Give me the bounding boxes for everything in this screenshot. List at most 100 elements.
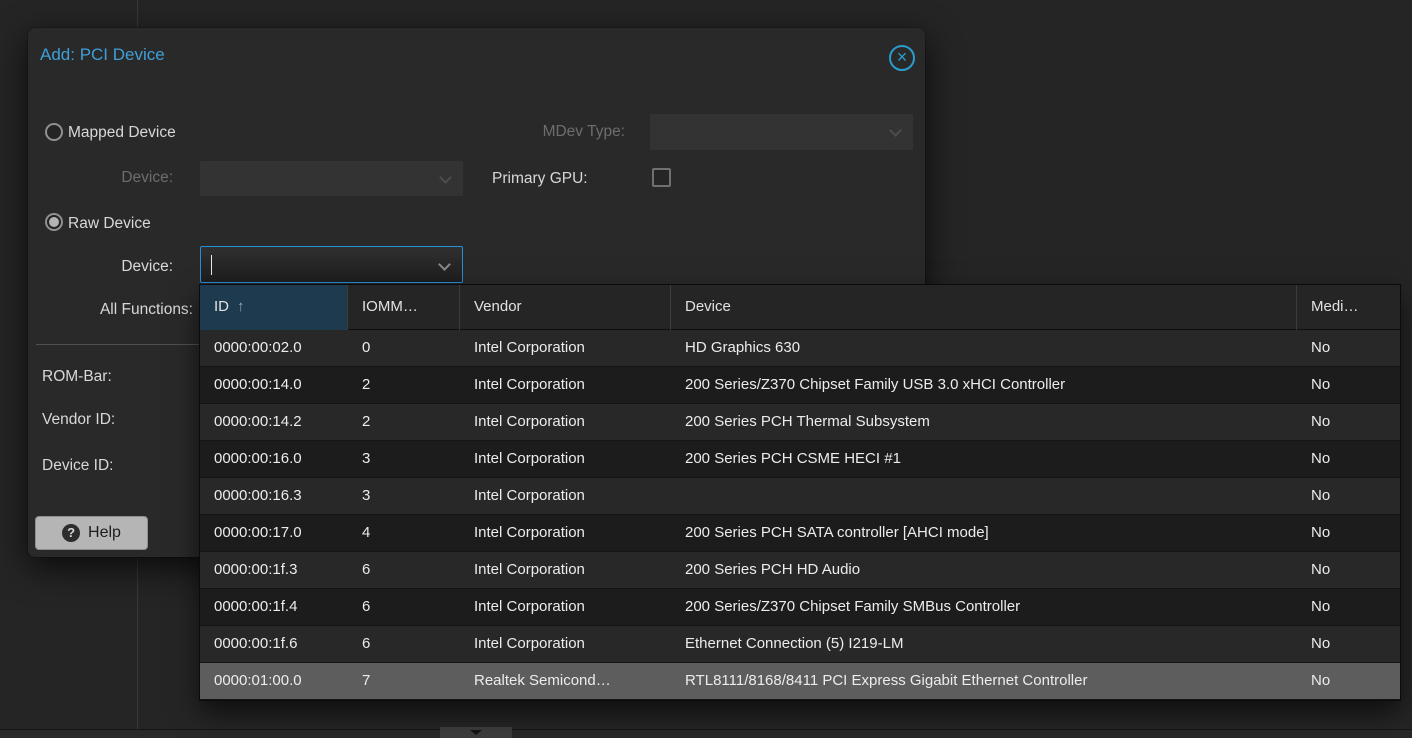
cell-id: 0000:00:16.0 bbox=[200, 441, 348, 478]
cell-vendor: Intel Corporation bbox=[460, 441, 671, 478]
primary-gpu-checkbox[interactable] bbox=[652, 168, 671, 187]
raw-device-select-label: Device: bbox=[40, 257, 173, 277]
cell-mediated: No bbox=[1297, 589, 1400, 626]
cell-vendor: Intel Corporation bbox=[460, 552, 671, 589]
chevron-down-icon bbox=[889, 124, 902, 137]
cell-id: 0000:00:14.0 bbox=[200, 367, 348, 404]
mapped-device-select bbox=[200, 161, 463, 196]
mapped-device-radio-label: Mapped Device bbox=[68, 123, 176, 143]
close-icon[interactable]: × bbox=[889, 45, 915, 71]
help-button[interactable]: ? Help bbox=[35, 516, 148, 550]
help-icon: ? bbox=[62, 524, 80, 542]
help-button-label: Help bbox=[88, 524, 121, 542]
cell-vendor: Realtek Semicond… bbox=[460, 663, 671, 700]
cell-mediated: No bbox=[1297, 441, 1400, 478]
cell-id: 0000:00:14.2 bbox=[200, 404, 348, 441]
mdev-type-label: MDev Type: bbox=[460, 122, 625, 142]
table-row[interactable]: 0000:00:16.33Intel Corporation No bbox=[200, 478, 1400, 515]
raw-device-radio-label: Raw Device bbox=[68, 214, 151, 234]
cell-mediated: No bbox=[1297, 478, 1400, 515]
cell-device: 200 Series/Z370 Chipset Family SMBus Con… bbox=[671, 589, 1297, 626]
scroll-down-icon bbox=[470, 730, 482, 735]
device-id-label: Device ID: bbox=[42, 456, 114, 476]
cell-device: Ethernet Connection (5) I219-LM bbox=[671, 626, 1297, 663]
mapped-device-radio[interactable] bbox=[45, 123, 63, 141]
cell-iommu: 2 bbox=[348, 367, 460, 404]
cell-device: HD Graphics 630 bbox=[671, 330, 1297, 367]
cell-device: RTL8111/8168/8411 PCI Express Gigabit Et… bbox=[671, 663, 1297, 700]
column-header-vendor[interactable]: Vendor bbox=[460, 285, 671, 330]
table-row[interactable]: 0000:00:02.00Intel CorporationHD Graphic… bbox=[200, 330, 1400, 367]
column-header-label: Vendor bbox=[474, 298, 522, 315]
text-cursor bbox=[211, 255, 212, 275]
pci-device-dropdown: ID↑IOMM…VendorDeviceMedi… 0000:00:02.00I… bbox=[200, 285, 1400, 700]
cell-id: 0000:01:00.0 bbox=[200, 663, 348, 700]
column-header-label: IOMM… bbox=[362, 298, 418, 315]
cell-mediated: No bbox=[1297, 404, 1400, 441]
table-row[interactable]: 0000:01:00.07Realtek Semicond…RTL8111/81… bbox=[200, 663, 1400, 700]
scroll-down-button[interactable] bbox=[440, 727, 512, 738]
table-row[interactable]: 0000:00:1f.36Intel Corporation200 Series… bbox=[200, 552, 1400, 589]
section-divider bbox=[36, 344, 200, 345]
mdev-type-select bbox=[650, 114, 913, 150]
column-header-id[interactable]: ID ↑ bbox=[200, 285, 348, 330]
column-header-iommu[interactable]: IOMM… bbox=[348, 285, 460, 330]
all-functions-label: All Functions: bbox=[40, 300, 193, 320]
raw-device-combobox[interactable] bbox=[200, 246, 463, 283]
cell-device: 200 Series PCH Thermal Subsystem bbox=[671, 404, 1297, 441]
cell-iommu: 6 bbox=[348, 626, 460, 663]
cell-vendor: Intel Corporation bbox=[460, 626, 671, 663]
background-bottom-panel-edge bbox=[0, 729, 1412, 738]
cell-mediated: No bbox=[1297, 515, 1400, 552]
cell-iommu: 3 bbox=[348, 478, 460, 515]
background-panel-divider-top bbox=[137, 0, 138, 28]
sort-asc-icon: ↑ bbox=[237, 298, 245, 315]
table-row[interactable]: 0000:00:14.02Intel Corporation200 Series… bbox=[200, 367, 1400, 404]
cell-iommu: 7 bbox=[348, 663, 460, 700]
cell-mediated: No bbox=[1297, 663, 1400, 700]
cell-device: 200 Series/Z370 Chipset Family USB 3.0 x… bbox=[671, 367, 1297, 404]
cell-iommu: 6 bbox=[348, 552, 460, 589]
table-row[interactable]: 0000:00:16.03Intel Corporation200 Series… bbox=[200, 441, 1400, 478]
column-header-label: Medi… bbox=[1311, 298, 1359, 315]
cell-vendor: Intel Corporation bbox=[460, 515, 671, 552]
primary-gpu-label: Primary GPU: bbox=[492, 169, 588, 189]
cell-id: 0000:00:1f.3 bbox=[200, 552, 348, 589]
cell-mediated: No bbox=[1297, 367, 1400, 404]
dialog-title: Add: PCI Device bbox=[40, 45, 165, 65]
column-header-mediated[interactable]: Medi… bbox=[1297, 285, 1400, 330]
table-row[interactable]: 0000:00:1f.46Intel Corporation200 Series… bbox=[200, 589, 1400, 626]
table-row[interactable]: 0000:00:17.04Intel Corporation200 Series… bbox=[200, 515, 1400, 552]
table-row[interactable]: 0000:00:14.22Intel Corporation200 Series… bbox=[200, 404, 1400, 441]
background-panel-divider-bottom bbox=[137, 557, 138, 730]
cell-device: 200 Series PCH HD Audio bbox=[671, 552, 1297, 589]
dropdown-header: ID ↑ IOMM… Vendor Device Medi… bbox=[200, 285, 1400, 330]
chevron-down-icon bbox=[439, 171, 452, 184]
cell-vendor: Intel Corporation bbox=[460, 404, 671, 441]
vendor-id-label: Vendor ID: bbox=[42, 410, 115, 430]
cell-vendor: Intel Corporation bbox=[460, 589, 671, 626]
cell-vendor: Intel Corporation bbox=[460, 367, 671, 404]
cell-id: 0000:00:16.3 bbox=[200, 478, 348, 515]
cell-device bbox=[671, 478, 1297, 515]
column-header-label: ID bbox=[214, 298, 229, 315]
cell-id: 0000:00:1f.6 bbox=[200, 626, 348, 663]
chevron-down-icon[interactable] bbox=[438, 258, 451, 271]
column-header-device[interactable]: Device bbox=[671, 285, 1297, 330]
cell-iommu: 3 bbox=[348, 441, 460, 478]
cell-device: 200 Series PCH SATA controller [AHCI mod… bbox=[671, 515, 1297, 552]
column-header-label: Device bbox=[685, 298, 731, 315]
cell-id: 0000:00:17.0 bbox=[200, 515, 348, 552]
table-row[interactable]: 0000:00:1f.66Intel CorporationEthernet C… bbox=[200, 626, 1400, 663]
mapped-device-select-label: Device: bbox=[40, 168, 173, 188]
cell-vendor: Intel Corporation bbox=[460, 478, 671, 515]
rom-bar-label: ROM-Bar: bbox=[42, 367, 112, 387]
cell-id: 0000:00:02.0 bbox=[200, 330, 348, 367]
cell-iommu: 6 bbox=[348, 589, 460, 626]
cell-vendor: Intel Corporation bbox=[460, 330, 671, 367]
dropdown-body: 0000:00:02.00Intel CorporationHD Graphic… bbox=[200, 330, 1400, 700]
cell-mediated: No bbox=[1297, 330, 1400, 367]
cell-iommu: 0 bbox=[348, 330, 460, 367]
raw-device-radio[interactable] bbox=[45, 213, 63, 231]
cell-id: 0000:00:1f.4 bbox=[200, 589, 348, 626]
